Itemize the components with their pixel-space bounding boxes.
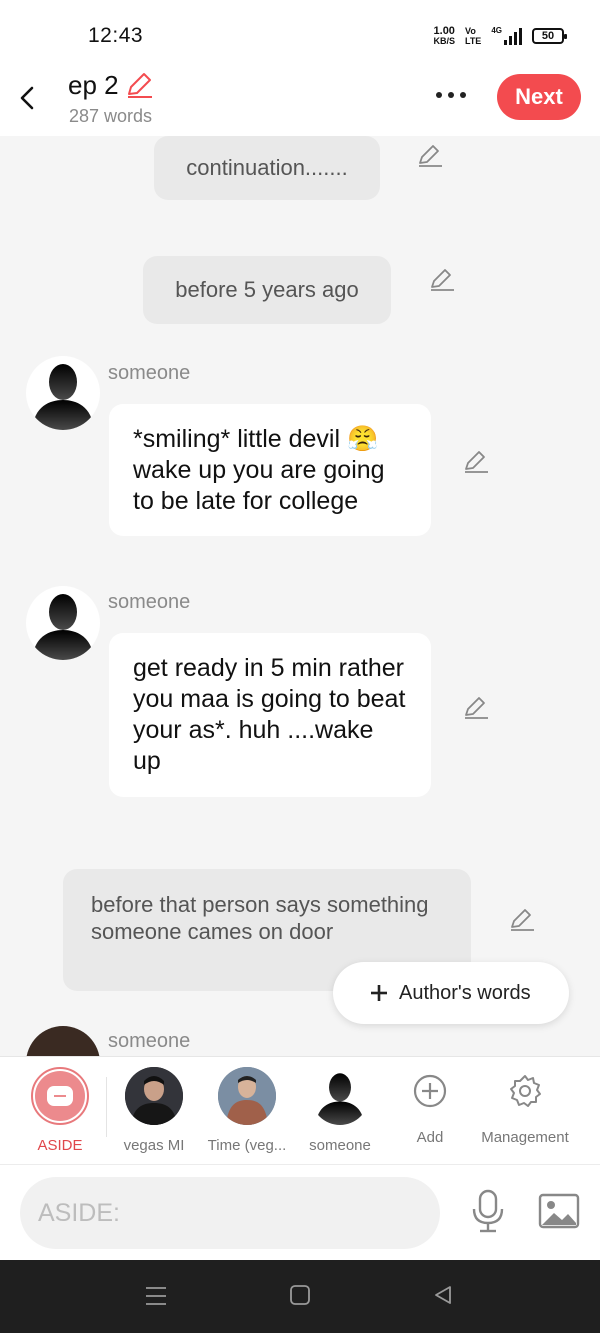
- character-label: someone: [309, 1137, 371, 1154]
- avatar[interactable]: [26, 356, 100, 430]
- aside-avatar: [31, 1067, 89, 1125]
- status-time: 12:43: [88, 24, 144, 47]
- edit-pencil-icon[interactable]: [508, 906, 536, 934]
- network-speed-unit: KB/S: [433, 36, 455, 46]
- speaker-name: someone: [108, 1030, 191, 1052]
- composer-bar: [0, 1164, 600, 1260]
- character-label: vegas MI: [123, 1137, 185, 1154]
- aside-icon: [47, 1086, 73, 1106]
- image-icon[interactable]: [538, 1193, 580, 1229]
- message-bubble[interactable]: get ready in 5 min rather you maa is goi…: [109, 633, 431, 797]
- app-bar: ep 2 287 words Next: [0, 62, 600, 136]
- edit-pencil-icon[interactable]: [416, 142, 444, 170]
- menu-nav-icon[interactable]: [144, 1284, 168, 1308]
- character-label: ASIDE: [37, 1137, 83, 1154]
- message-bubble[interactable]: *smiling* little devil 😤 wake up you are…: [109, 404, 431, 536]
- character-time[interactable]: Time (veg...: [202, 1067, 292, 1154]
- aside-text: continuation.......: [186, 155, 348, 180]
- edit-pencil-icon[interactable]: [462, 694, 490, 722]
- avatar: [218, 1067, 276, 1125]
- author-words-button[interactable]: Author's words: [333, 962, 569, 1024]
- speaker-name: someone: [108, 362, 191, 384]
- add-icon: [410, 1071, 450, 1111]
- character-vegas[interactable]: vegas MI: [109, 1067, 199, 1154]
- volte-icon: Vo LTE: [465, 26, 481, 46]
- message-text: get ready in 5 min rather you maa is goi…: [133, 654, 406, 775]
- network-type: 4G: [491, 26, 502, 35]
- gear-icon: [505, 1071, 545, 1111]
- character-label: Management: [481, 1129, 569, 1146]
- microphone-icon[interactable]: [470, 1189, 506, 1235]
- episode-title: ep 2: [68, 70, 119, 100]
- volte-bottom: LTE: [464, 36, 482, 46]
- aside-input[interactable]: [20, 1177, 440, 1249]
- edit-pencil-icon[interactable]: [462, 448, 490, 476]
- edit-title-icon[interactable]: [124, 70, 154, 100]
- next-button[interactable]: Next: [497, 74, 581, 120]
- character-bar: ASIDE vegas MI Time (veg... someone Add …: [0, 1056, 600, 1164]
- plus-icon: [371, 985, 387, 1001]
- back-nav-icon[interactable]: [432, 1284, 454, 1306]
- more-options-icon[interactable]: [436, 92, 466, 98]
- aside-text: before 5 years ago: [175, 277, 359, 302]
- avatar: [311, 1067, 369, 1125]
- management-button[interactable]: Management: [470, 1067, 580, 1146]
- divider: [106, 1077, 107, 1137]
- aside-bubble[interactable]: continuation.......: [154, 136, 380, 200]
- character-aside[interactable]: ASIDE: [15, 1067, 105, 1154]
- aside-bubble[interactable]: before 5 years ago: [143, 256, 391, 324]
- volte-top: Vo: [464, 26, 476, 36]
- character-someone[interactable]: someone: [295, 1067, 385, 1154]
- battery-icon: 50: [532, 28, 567, 44]
- word-count: 287 words: [69, 106, 153, 126]
- avatar: [125, 1067, 183, 1125]
- battery-level: 50: [541, 30, 555, 42]
- edit-pencil-icon[interactable]: [428, 266, 456, 294]
- add-character-button[interactable]: Add: [385, 1067, 475, 1146]
- avatar[interactable]: [26, 1026, 100, 1056]
- chat-content[interactable]: continuation....... before 5 years ago s…: [0, 136, 600, 1056]
- network-speed-value: 1.00: [433, 25, 455, 37]
- back-arrow-icon[interactable]: [16, 80, 44, 116]
- character-label: Time (veg...: [207, 1137, 287, 1154]
- avatar[interactable]: [26, 586, 100, 660]
- character-label: Add: [416, 1129, 444, 1146]
- aside-text: before that person says something someon…: [91, 892, 429, 944]
- system-nav-bar: [0, 1260, 600, 1333]
- author-words-label: Author's words: [399, 981, 531, 1004]
- status-icons: 1.00 KB/S Vo LTE 4G 50: [433, 25, 567, 47]
- status-bar: 12:43 1.00 KB/S Vo LTE 4G 50: [0, 0, 600, 62]
- speaker-name: someone: [108, 591, 191, 613]
- network-speed: 1.00 KB/S: [433, 25, 455, 47]
- home-nav-icon[interactable]: [289, 1284, 311, 1306]
- signal-icon: 4G: [491, 27, 522, 45]
- message-text: *smiling* little devil 😤 wake up you are…: [133, 425, 385, 515]
